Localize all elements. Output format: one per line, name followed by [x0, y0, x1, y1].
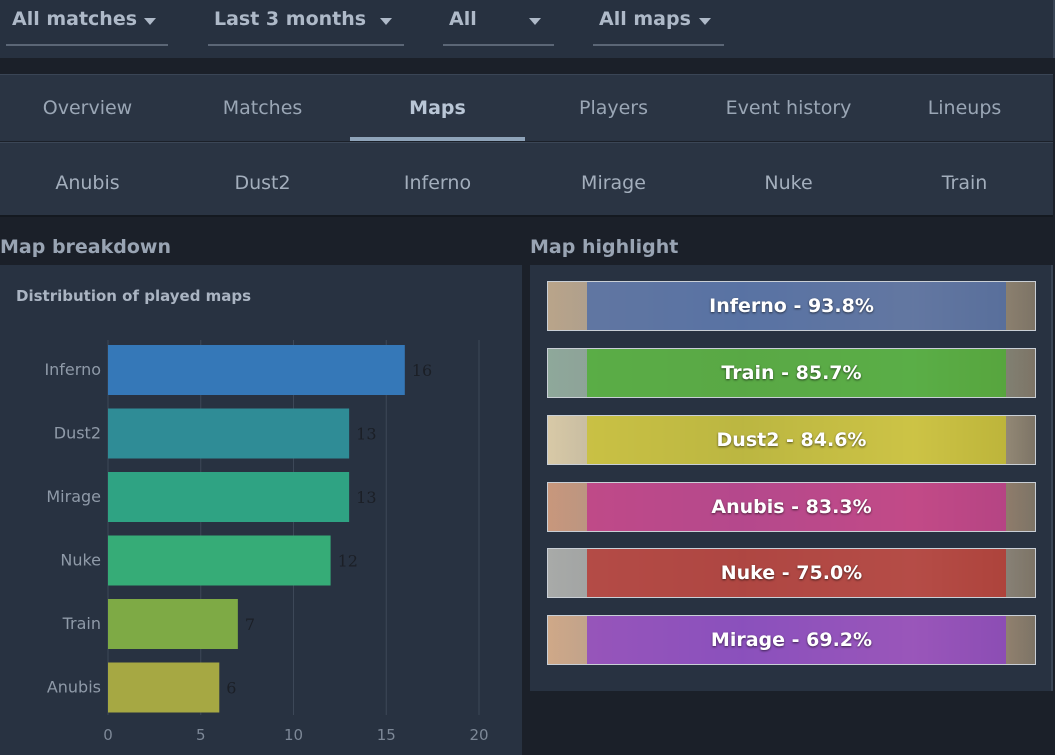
- bar: [108, 535, 331, 586]
- category-dropdown[interactable]: All: [443, 0, 554, 46]
- highlight-mirage[interactable]: Mirage - 69.2%: [547, 615, 1036, 665]
- subtab-train[interactable]: Train: [877, 143, 1052, 215]
- maps-dropdown[interactable]: All maps: [593, 0, 724, 46]
- maps-value: All maps: [599, 8, 691, 30]
- highlight-train[interactable]: Train - 85.7%: [547, 348, 1036, 398]
- filter-bar: All matches Last 3 months All All maps: [0, 0, 1055, 58]
- category-label: Train: [62, 614, 101, 633]
- bar: [108, 472, 350, 522]
- category-label: Nuke: [60, 551, 101, 570]
- highlight-nuke[interactable]: Nuke - 75.0%: [547, 548, 1036, 598]
- category-label: Anubis: [47, 678, 101, 697]
- x-tick-label: 0: [103, 726, 113, 744]
- category-label: Dust2: [54, 424, 101, 443]
- x-tick-label: 10: [284, 726, 303, 744]
- map-subtabs: Anubis Dust2 Inferno Mirage Nuke Train: [0, 142, 1053, 217]
- x-tick-label: 20: [469, 726, 488, 744]
- panel-gutter: [522, 265, 530, 755]
- map-breakdown-title: Map breakdown: [0, 236, 171, 258]
- subtab-dust2[interactable]: Dust2: [175, 143, 350, 215]
- value-label: 6: [226, 679, 236, 698]
- value-label: 12: [338, 552, 358, 571]
- value-label: 16: [412, 361, 432, 380]
- highlight-label: Anubis - 83.3%: [711, 496, 872, 518]
- map-highlight-title: Map highlight: [530, 236, 679, 258]
- bar: [108, 408, 350, 459]
- highlight-label: Nuke - 75.0%: [720, 562, 863, 584]
- chevron-down-icon: [699, 18, 711, 25]
- chevron-down-icon: [144, 18, 156, 25]
- category-label: Inferno: [44, 360, 101, 379]
- time-range-value: Last 3 months: [214, 8, 367, 30]
- bar: [108, 662, 220, 713]
- highlight-label: Inferno - 93.8%: [709, 295, 874, 317]
- match-type-dropdown[interactable]: All matches: [6, 0, 168, 46]
- map-breakdown-panel: 0 5 10 15 20 Inferno 16 Dust2 13 Mirage 13 Nuke 12 Tr…: [0, 265, 522, 755]
- played-maps-chart: 0 5 10 15 20 Inferno 16 Dust2 13 Mirage 13 Nuke 12 Tr…: [44, 340, 489, 744]
- highlight-label: Train - 85.7%: [721, 362, 862, 384]
- main-tabs: Overview Matches Maps Players Event hist…: [0, 74, 1053, 141]
- highlight-label: Mirage - 69.2%: [710, 629, 873, 651]
- value-label: 13: [356, 488, 376, 507]
- chart-title: Distribution of played maps: [16, 287, 252, 305]
- tab-matches[interactable]: Matches: [175, 75, 350, 141]
- chevron-down-icon: [380, 18, 392, 25]
- value-label: 13: [356, 425, 376, 444]
- chevron-down-icon: [529, 18, 541, 25]
- highlight-label: Dust2 - 84.6%: [716, 429, 867, 451]
- x-tick-label: 15: [377, 726, 396, 744]
- category-value: All: [449, 8, 477, 30]
- highlight-anubis[interactable]: Anubis - 83.3%: [547, 482, 1036, 532]
- subtab-inferno[interactable]: Inferno: [350, 143, 525, 215]
- bar: [108, 345, 405, 395]
- category-label: Mirage: [46, 487, 101, 506]
- match-type-value: All matches: [12, 8, 138, 30]
- tab-overview[interactable]: Overview: [0, 75, 175, 141]
- subtab-mirage[interactable]: Mirage: [526, 143, 701, 215]
- subtab-anubis[interactable]: Anubis: [0, 143, 175, 215]
- tab-players[interactable]: Players: [526, 75, 701, 141]
- highlight-dust2[interactable]: Dust2 - 84.6%: [547, 415, 1036, 465]
- highlight-inferno[interactable]: Inferno - 93.8%: [547, 281, 1036, 331]
- subtab-nuke[interactable]: Nuke: [701, 143, 876, 215]
- time-range-dropdown[interactable]: Last 3 months: [208, 0, 404, 46]
- tab-event-history[interactable]: Event history: [701, 75, 876, 141]
- tab-lineups[interactable]: Lineups: [877, 75, 1052, 141]
- map-highlight-panel: Inferno - 93.8% Train - 85.7% Dust2 - 84…: [530, 265, 1053, 691]
- value-label: 7: [245, 615, 255, 634]
- bar: [108, 599, 238, 649]
- tab-maps[interactable]: Maps: [350, 75, 525, 141]
- x-tick-label: 5: [196, 726, 206, 744]
